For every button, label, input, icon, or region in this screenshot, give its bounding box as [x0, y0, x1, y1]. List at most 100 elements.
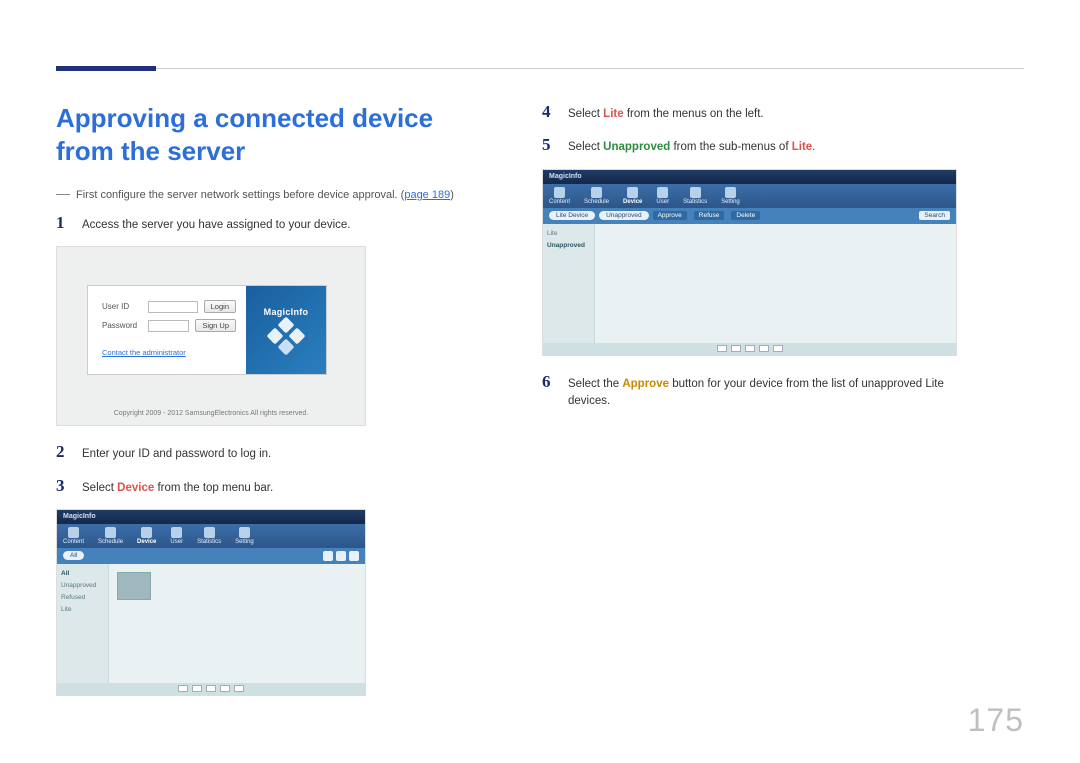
- login-card: User ID Login Password Sign Up Contact t…: [87, 285, 327, 375]
- setting-icon: [239, 527, 250, 538]
- step-text: Select the Approve button for your devic…: [568, 376, 982, 411]
- nav-schedule[interactable]: Schedule: [584, 199, 609, 205]
- keyword-lite: Lite: [792, 141, 812, 153]
- userid-input[interactable]: [148, 301, 198, 313]
- step-number: 5: [542, 135, 556, 155]
- side-unapproved[interactable]: Unapproved: [547, 242, 590, 249]
- refuse-button[interactable]: Refuse: [694, 211, 725, 220]
- copyright-text: Copyright 2009 - 2012 SamsungElectronics…: [57, 410, 365, 417]
- step5-postpre: from the sub-menus of: [670, 141, 791, 153]
- step-number: 1: [56, 213, 70, 233]
- screenshot-login: User ID Login Password Sign Up Contact t…: [56, 246, 366, 426]
- page-btn[interactable]: [192, 685, 202, 692]
- content-icon: [68, 527, 79, 538]
- dash-pagination: [57, 683, 365, 695]
- contact-admin-link[interactable]: Contact the administrator: [102, 348, 186, 357]
- page-btn[interactable]: [234, 685, 244, 692]
- brand-label: MagicInfo: [549, 173, 582, 180]
- intro-post: ): [450, 189, 454, 201]
- page-btn[interactable]: [745, 345, 755, 352]
- page-btn[interactable]: [717, 345, 727, 352]
- step-number: 3: [56, 476, 70, 496]
- page-btn[interactable]: [773, 345, 783, 352]
- toolbar-icon[interactable]: [323, 551, 333, 561]
- right-column: 4 Select Lite from the menus on the left…: [542, 102, 982, 712]
- nav-statistics[interactable]: Statistics: [197, 539, 221, 545]
- step-5: 5 Select Unapproved from the sub-menus o…: [542, 135, 982, 156]
- nav-device[interactable]: Device: [137, 539, 156, 545]
- page-btn[interactable]: [178, 685, 188, 692]
- dash-subbar: All: [57, 548, 365, 564]
- device-thumbnail[interactable]: [117, 572, 151, 600]
- approve-button[interactable]: Approve: [653, 211, 687, 220]
- manual-page: Approving a connected device from the se…: [0, 0, 1080, 763]
- nav-user[interactable]: User: [656, 199, 669, 205]
- step5-pre: Select: [568, 141, 603, 153]
- step-text: Enter your ID and password to log in.: [82, 446, 271, 463]
- step-text: Select Lite from the menus on the left.: [568, 106, 764, 123]
- content-columns: Approving a connected device from the se…: [56, 102, 1024, 712]
- dash-icon: [56, 194, 70, 195]
- keyword-lite: Lite: [603, 108, 623, 120]
- tab-unapproved[interactable]: Unapproved: [599, 211, 648, 220]
- side-all[interactable]: All: [61, 570, 104, 577]
- keyword-device: Device: [117, 482, 154, 494]
- intro-text: First configure the server network setti…: [76, 189, 454, 201]
- keyword-unapproved: Unapproved: [603, 141, 670, 153]
- signup-button[interactable]: Sign Up: [195, 319, 236, 332]
- step-3: 3 Select Device from the top menu bar.: [56, 476, 486, 497]
- sub-all[interactable]: All: [63, 551, 84, 560]
- page-btn[interactable]: [206, 685, 216, 692]
- dash-sidebar: All Unapproved Refused Lite: [57, 564, 109, 683]
- side-lite[interactable]: Lite: [547, 230, 590, 237]
- dash-subbar: Lite Device Unapproved Approve Refuse De…: [543, 208, 956, 224]
- magicinfo-logo-icon: [269, 319, 303, 353]
- nav-statistics[interactable]: Statistics: [683, 199, 707, 205]
- page-btn[interactable]: [759, 345, 769, 352]
- delete-button[interactable]: Delete: [731, 211, 760, 220]
- step-text: Select Unapproved from the sub-menus of …: [568, 139, 815, 156]
- brand-label: MagicInfo: [63, 513, 96, 520]
- statistics-icon: [690, 187, 701, 198]
- dash-sidebar: Lite Unapproved: [543, 224, 595, 343]
- nav-setting[interactable]: Setting: [721, 199, 740, 205]
- setting-icon: [725, 187, 736, 198]
- page-btn[interactable]: [220, 685, 230, 692]
- intro-pre: First configure the server network setti…: [76, 189, 404, 201]
- nav-content[interactable]: Content: [63, 539, 84, 545]
- dash-body: Lite Unapproved: [543, 224, 956, 343]
- toolbar-icon[interactable]: [336, 551, 346, 561]
- device-icon: [141, 527, 152, 538]
- userid-label: User ID: [102, 302, 142, 311]
- login-button[interactable]: Login: [204, 300, 236, 313]
- side-unapproved[interactable]: Unapproved: [61, 582, 104, 589]
- step5-post: .: [812, 141, 815, 153]
- user-icon: [657, 187, 668, 198]
- nav-device[interactable]: Device: [623, 199, 642, 205]
- step-number: 6: [542, 372, 556, 392]
- page-btn[interactable]: [731, 345, 741, 352]
- dash-body: All Unapproved Refused Lite: [57, 564, 365, 683]
- device-icon: [627, 187, 638, 198]
- password-input[interactable]: [148, 320, 189, 332]
- side-refused[interactable]: Refused: [61, 594, 104, 601]
- nav-content[interactable]: Content: [549, 199, 570, 205]
- page-ref-link[interactable]: page 189: [404, 189, 450, 201]
- dash-topnav: Content Schedule Device User Statistics …: [543, 184, 956, 208]
- toolbar-icon[interactable]: [349, 551, 359, 561]
- step-2: 2 Enter your ID and password to log in.: [56, 442, 486, 463]
- nav-schedule[interactable]: Schedule: [98, 539, 123, 545]
- nav-user[interactable]: User: [170, 539, 183, 545]
- dash-titlebar: MagicInfo: [543, 170, 956, 184]
- tab-lite-device[interactable]: Lite Device: [549, 211, 595, 220]
- step-1: 1 Access the server you have assigned to…: [56, 213, 486, 234]
- search-button[interactable]: Search: [919, 211, 950, 220]
- content-icon: [554, 187, 565, 198]
- step4-pre: Select: [568, 108, 603, 120]
- dash-topnav: Content Schedule Device User Statistics …: [57, 524, 365, 548]
- side-lite[interactable]: Lite: [61, 606, 104, 613]
- schedule-icon: [105, 527, 116, 538]
- toolbar-icons: [323, 551, 359, 561]
- nav-setting[interactable]: Setting: [235, 539, 254, 545]
- step-text: Access the server you have assigned to y…: [82, 217, 350, 234]
